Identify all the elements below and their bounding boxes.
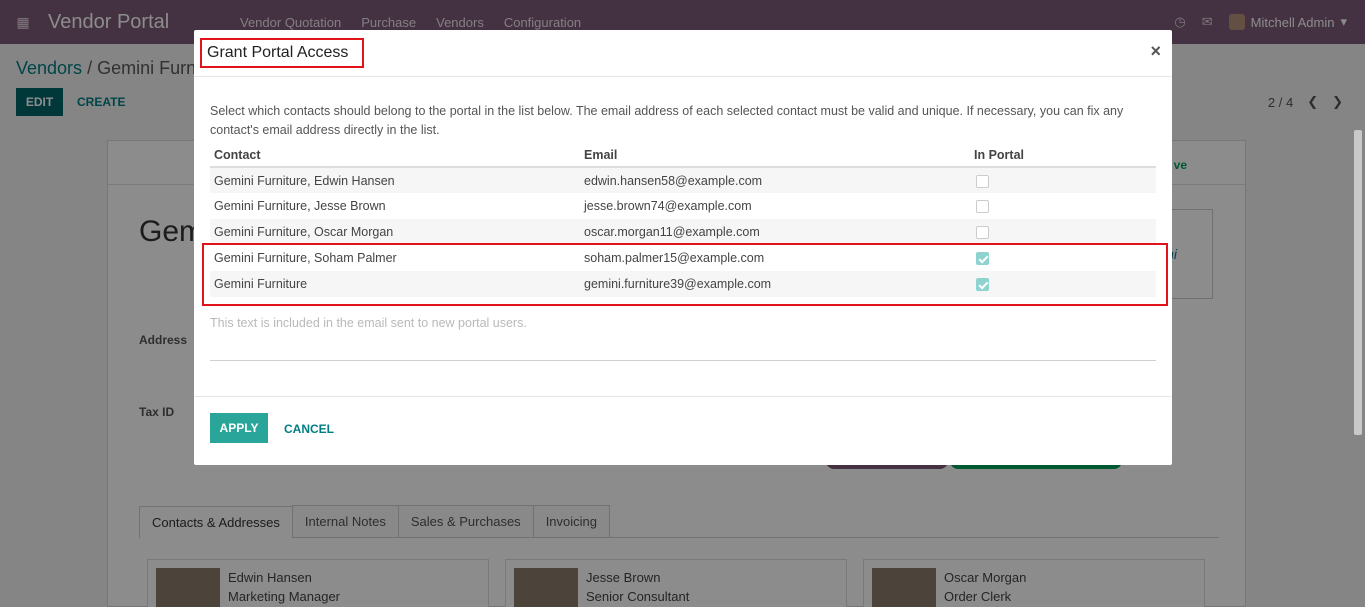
in-portal-checkbox[interactable] — [976, 252, 989, 266]
in-portal-cell — [970, 193, 1156, 219]
email-cell[interactable]: gemini.furniture39@example.com — [580, 271, 970, 297]
in-portal-checkbox[interactable] — [976, 278, 989, 292]
contact-cell[interactable]: Gemini Furniture — [210, 271, 580, 297]
welcome-message-input[interactable]: This text is included in the email sent … — [210, 316, 527, 330]
in-portal-cell — [970, 219, 1156, 245]
page-scrollbar[interactable] — [1354, 130, 1362, 435]
in-portal-checkbox[interactable] — [976, 174, 989, 188]
table-row[interactable]: Gemini Furniture gemini.furniture39@exam… — [210, 271, 1156, 297]
cancel-button[interactable]: CANCEL — [284, 422, 334, 436]
input-underline — [210, 360, 1156, 361]
in-portal-checkbox[interactable] — [976, 200, 989, 214]
in-portal-checkbox[interactable] — [976, 226, 989, 240]
dialog-description: Select which contacts should belong to t… — [210, 104, 1124, 137]
dialog-footer: APPLY CANCEL — [194, 396, 1172, 465]
column-email[interactable]: Email — [580, 143, 970, 168]
email-cell[interactable]: edwin.hansen58@example.com — [580, 167, 970, 193]
apply-button[interactable]: APPLY — [210, 413, 268, 443]
table-row[interactable]: Gemini Furniture, Jesse Brown jesse.brow… — [210, 193, 1156, 219]
in-portal-cell — [970, 271, 1156, 297]
table-row[interactable]: Gemini Furniture, Edwin Hansen edwin.han… — [210, 167, 1156, 193]
table-header-row: Contact Email In Portal — [210, 143, 1156, 168]
portal-contacts-table: Contact Email In Portal Gemini Furniture… — [210, 143, 1156, 297]
grant-portal-dialog: Grant Portal Access × Select which conta… — [194, 30, 1172, 465]
column-in-portal[interactable]: In Portal — [970, 143, 1156, 168]
column-contact[interactable]: Contact — [210, 143, 580, 168]
table-row[interactable]: Gemini Furniture, Oscar Morgan oscar.mor… — [210, 219, 1156, 245]
email-cell[interactable]: jesse.brown74@example.com — [580, 193, 970, 219]
dialog-title: Grant Portal Access — [200, 38, 364, 68]
email-cell[interactable]: soham.palmer15@example.com — [580, 245, 970, 271]
email-cell[interactable]: oscar.morgan11@example.com — [580, 219, 970, 245]
in-portal-cell — [970, 167, 1156, 193]
contact-cell[interactable]: Gemini Furniture, Edwin Hansen — [210, 167, 580, 193]
contact-cell[interactable]: Gemini Furniture, Oscar Morgan — [210, 219, 580, 245]
close-icon[interactable]: × — [1150, 41, 1161, 62]
contact-cell[interactable]: Gemini Furniture, Jesse Brown — [210, 193, 580, 219]
table-row[interactable]: Gemini Furniture, Soham Palmer soham.pal… — [210, 245, 1156, 271]
in-portal-cell — [970, 245, 1156, 271]
contact-cell[interactable]: Gemini Furniture, Soham Palmer — [210, 245, 580, 271]
dialog-header: Grant Portal Access × — [194, 30, 1172, 77]
